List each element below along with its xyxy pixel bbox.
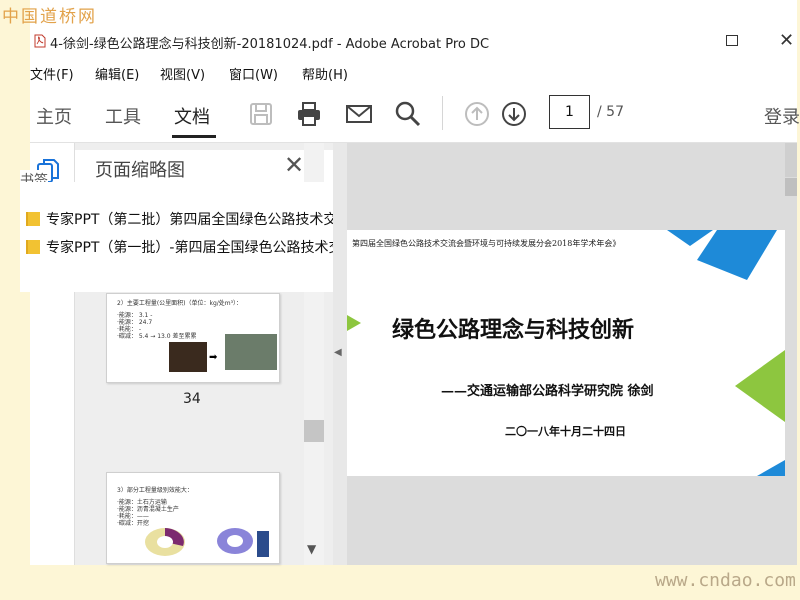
menu-edit[interactable]: 编辑(E) <box>95 64 139 83</box>
active-tab-indicator <box>172 135 216 138</box>
thumb-text: 2）主要工程量(公里面积)（单位：kg/处m³）： <box>117 300 243 307</box>
donut-chart-icon <box>217 528 253 554</box>
thumb-text: ·碳减： 5.4 → 13.0 差至累累 <box>117 333 197 340</box>
document-scroll-thumb[interactable] <box>785 178 797 196</box>
maximize-icon[interactable] <box>726 35 738 46</box>
menu-file[interactable]: 文件(F) <box>30 64 74 83</box>
thumb-text: 3）部分工程量级别效能大： <box>117 487 193 494</box>
print-icon[interactable] <box>295 100 323 128</box>
toolbar-separator <box>442 96 443 130</box>
thumbnail-page-number: 34 <box>183 391 201 407</box>
watermark-url: www.cndao.com <box>655 570 796 591</box>
slide-date: 二〇一八年十月二十四日 <box>505 425 626 438</box>
folder-icon <box>26 212 40 226</box>
save-icon[interactable] <box>247 100 275 128</box>
pdf-icon <box>34 34 46 48</box>
panel-title: 页面缩略图 <box>95 160 185 181</box>
document-scrollbar[interactable] <box>785 143 797 177</box>
page-thumbnail[interactable]: 3）部分工程量级别效能大： ·能源：土石方运输 ·能源：沥青混凝土生产 ·耗能：… <box>106 472 280 564</box>
menu-help[interactable]: 帮助(H) <box>302 64 348 83</box>
tab-document[interactable]: 文档 <box>174 103 210 129</box>
page-up-icon[interactable] <box>463 100 491 128</box>
folder-icon <box>26 240 40 254</box>
thumbnail-scroll-thumb[interactable] <box>304 420 324 442</box>
arrow-icon: ➡ <box>209 352 218 363</box>
border-frame <box>0 0 30 600</box>
thumb-photo <box>225 334 277 370</box>
donut-chart-icon <box>145 528 185 556</box>
search-icon[interactable] <box>394 100 422 128</box>
pdf-page <box>347 230 785 476</box>
window-title: 4-徐剑-绿色公路理念与科技创新-20181024.pdf - Adobe Ac… <box>50 37 490 52</box>
menu-view[interactable]: 视图(V) <box>160 64 205 83</box>
legend-swatch <box>257 531 269 557</box>
page-thumbnail[interactable]: 2）主要工程量(公里面积)（单位：kg/处m³）： ·能源： 3.1 - ·能源… <box>106 293 280 383</box>
watermark-logo: 中国道桥网 <box>2 7 97 27</box>
thumb-photo <box>169 342 207 372</box>
slide-decoration <box>347 230 785 476</box>
slide-header: 第四届全国绿色公路技术交流会暨环境与可持续发展分会2018年学术年会》 <box>352 239 621 248</box>
sign-in-button[interactable]: 登录 <box>764 103 800 129</box>
slide-author: ——交通运输部公路科学研究院 徐剑 <box>441 384 654 399</box>
menu-window[interactable]: 窗口(W) <box>229 64 278 83</box>
tab-tools[interactable]: 工具 <box>105 103 141 129</box>
page-total: / 57 <box>597 104 624 120</box>
page-number-input[interactable]: 1 <box>549 95 590 129</box>
page-down-icon[interactable] <box>500 100 528 128</box>
slide-title: 绿色公路理念与科技创新 <box>392 317 635 343</box>
mail-icon[interactable] <box>345 100 373 128</box>
bookmark-label: 专家PPT（第一批）-第四届全国绿色公路技术交流会 <box>46 240 371 256</box>
scroll-down-icon[interactable]: ▼ <box>307 542 316 556</box>
tab-home[interactable]: 主页 <box>36 103 72 129</box>
collapse-panel-icon[interactable]: ◀ <box>334 347 342 358</box>
close-panel-icon[interactable]: ✕ <box>284 151 304 179</box>
bookmark-label: 专家PPT（第二批）第四届全国绿色公路技术交流会 <box>46 212 366 228</box>
close-window-icon[interactable]: ✕ <box>779 30 794 51</box>
